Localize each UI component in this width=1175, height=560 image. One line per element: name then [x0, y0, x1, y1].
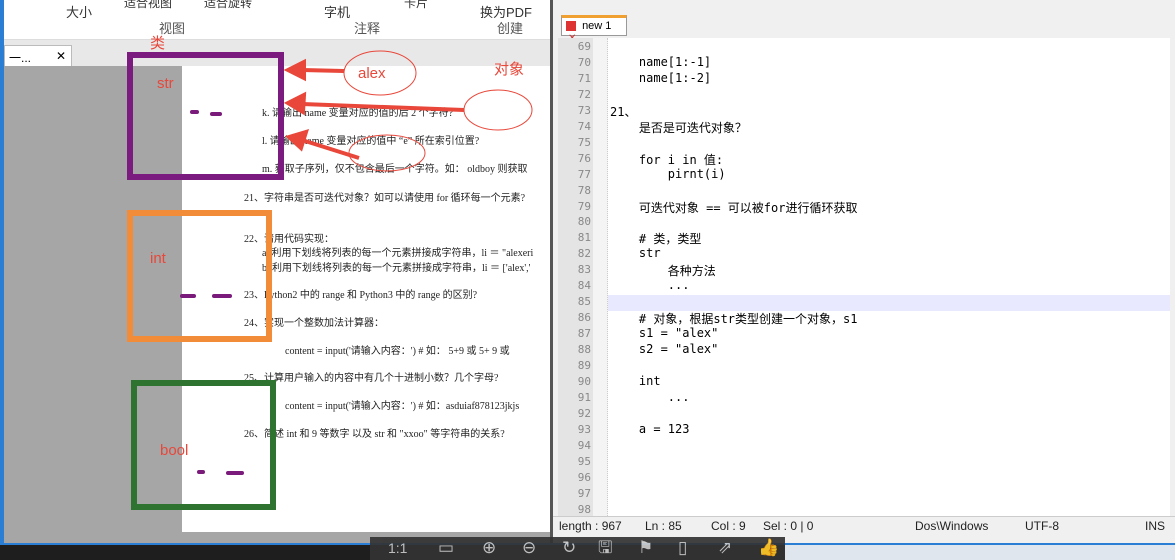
share-icon[interactable]: ⇗	[718, 537, 732, 559]
code-line: str	[610, 246, 661, 261]
actual-size-button[interactable]: 1:1	[388, 537, 407, 559]
code-line: pirnt(i)	[610, 166, 726, 181]
line-number: 96	[577, 470, 591, 484]
code-line: 21、	[610, 104, 637, 119]
taskbar-tray	[785, 545, 1175, 560]
status-bar: length : 967 Ln : 85 Col : 9 Sel : 0 | 0…	[553, 516, 1175, 536]
tab-label: new 1	[582, 20, 612, 32]
editor[interactable]: 69 70 name[1:-1] 71 name[1:-2] 72 73 21、 74 是否…	[558, 38, 1170, 516]
status-length: length : 967	[559, 519, 622, 533]
line-number: 77	[577, 167, 591, 181]
line-number: 79	[577, 199, 591, 213]
line-number: 72	[577, 87, 591, 101]
status-line: Ln : 85	[645, 519, 682, 533]
rotate-icon[interactable]: ↻	[562, 537, 576, 559]
line-number: 92	[577, 406, 591, 420]
line-number: 89	[577, 359, 591, 372]
save-icon[interactable]: 🖫	[598, 537, 612, 559]
line-number: 81	[577, 231, 591, 245]
line-number: 76	[577, 151, 591, 165]
line-number: 85	[577, 295, 591, 309]
status-mode: INS	[1145, 519, 1166, 533]
status-sel: Sel : 0 | 0	[763, 519, 814, 533]
line-number: 84	[577, 279, 591, 293]
pdf-viewer: 大小 适合视图 适合旋转 字机 卡片 换为PDF 视图 注释 创建 一... ✕…	[0, 0, 554, 545]
fold-margin	[593, 38, 608, 516]
code-line: name[1:-2]	[610, 70, 712, 85]
code-line: s1 = "alex"	[610, 326, 719, 341]
line-number: 98	[577, 502, 591, 516]
code-line: 各种方法	[610, 264, 716, 279]
line-number: 97	[577, 486, 591, 500]
code-line: for i in 值:	[610, 152, 724, 167]
code-line: s2 = "alex"	[610, 342, 719, 357]
line-number: 71	[577, 71, 591, 85]
like-icon[interactable]: 👍	[758, 537, 779, 559]
line-number: 87	[577, 327, 591, 341]
line-number: 93	[577, 422, 591, 436]
line-number: 78	[577, 183, 591, 197]
zoom-in-icon[interactable]: ⊕	[482, 537, 496, 559]
code-line: # 对象，根据str类型创建一个对象，s1	[610, 312, 858, 327]
line-number: 82	[577, 247, 591, 261]
zoom-out-icon[interactable]: ⊖	[522, 537, 536, 559]
line-number: 74	[577, 119, 591, 133]
code-line: # 类，类型	[610, 232, 702, 247]
line-number: 86	[577, 311, 591, 325]
code-line: a = 123	[610, 421, 690, 436]
fit-page-icon[interactable]: ▭	[438, 537, 454, 559]
code-line: int	[610, 373, 661, 388]
code-line: ...	[610, 389, 690, 404]
line-number: 94	[577, 438, 591, 452]
code-line: 可迭代对象 == 可以被for进行循环获取	[610, 200, 858, 215]
code-line: 是否是可迭代对象？	[610, 120, 747, 135]
line-number: 95	[577, 454, 591, 468]
status-eol: Dos\Windows	[915, 519, 989, 533]
line-number: 83	[577, 263, 591, 277]
bookmark-icon[interactable]: ⚑	[638, 537, 653, 559]
tab-new-1[interactable]: new 1 ✕	[561, 15, 627, 44]
save-icon	[566, 21, 576, 32]
status-col: Col : 9	[711, 519, 746, 533]
line-number: 91	[577, 390, 591, 404]
line-number: 80	[577, 215, 591, 229]
line-number: 88	[577, 343, 591, 357]
line-number: 73	[577, 103, 591, 117]
line-number: 75	[577, 135, 591, 149]
current-line-highlight	[608, 295, 1170, 311]
line-number: 90	[577, 374, 591, 388]
line-number: 70	[577, 55, 591, 69]
annotation-arrows	[283, 50, 533, 172]
status-encoding: UTF-8	[1025, 519, 1059, 533]
viewer-toolbar: 1:1 ▭ ⊕ ⊖ ↻ 🖫 ⚑ ▯ ⇗ 👍	[370, 537, 785, 560]
line-number: 69	[577, 40, 591, 53]
notepad-plus-plus: new 1 ✕ 69 70 name[1:-1] 71 name[1:-2] 72 73…	[550, 0, 1175, 545]
device-icon[interactable]: ▯	[678, 537, 687, 559]
code-line: name[1:-1]	[610, 54, 712, 69]
code-line: ...	[610, 278, 690, 293]
